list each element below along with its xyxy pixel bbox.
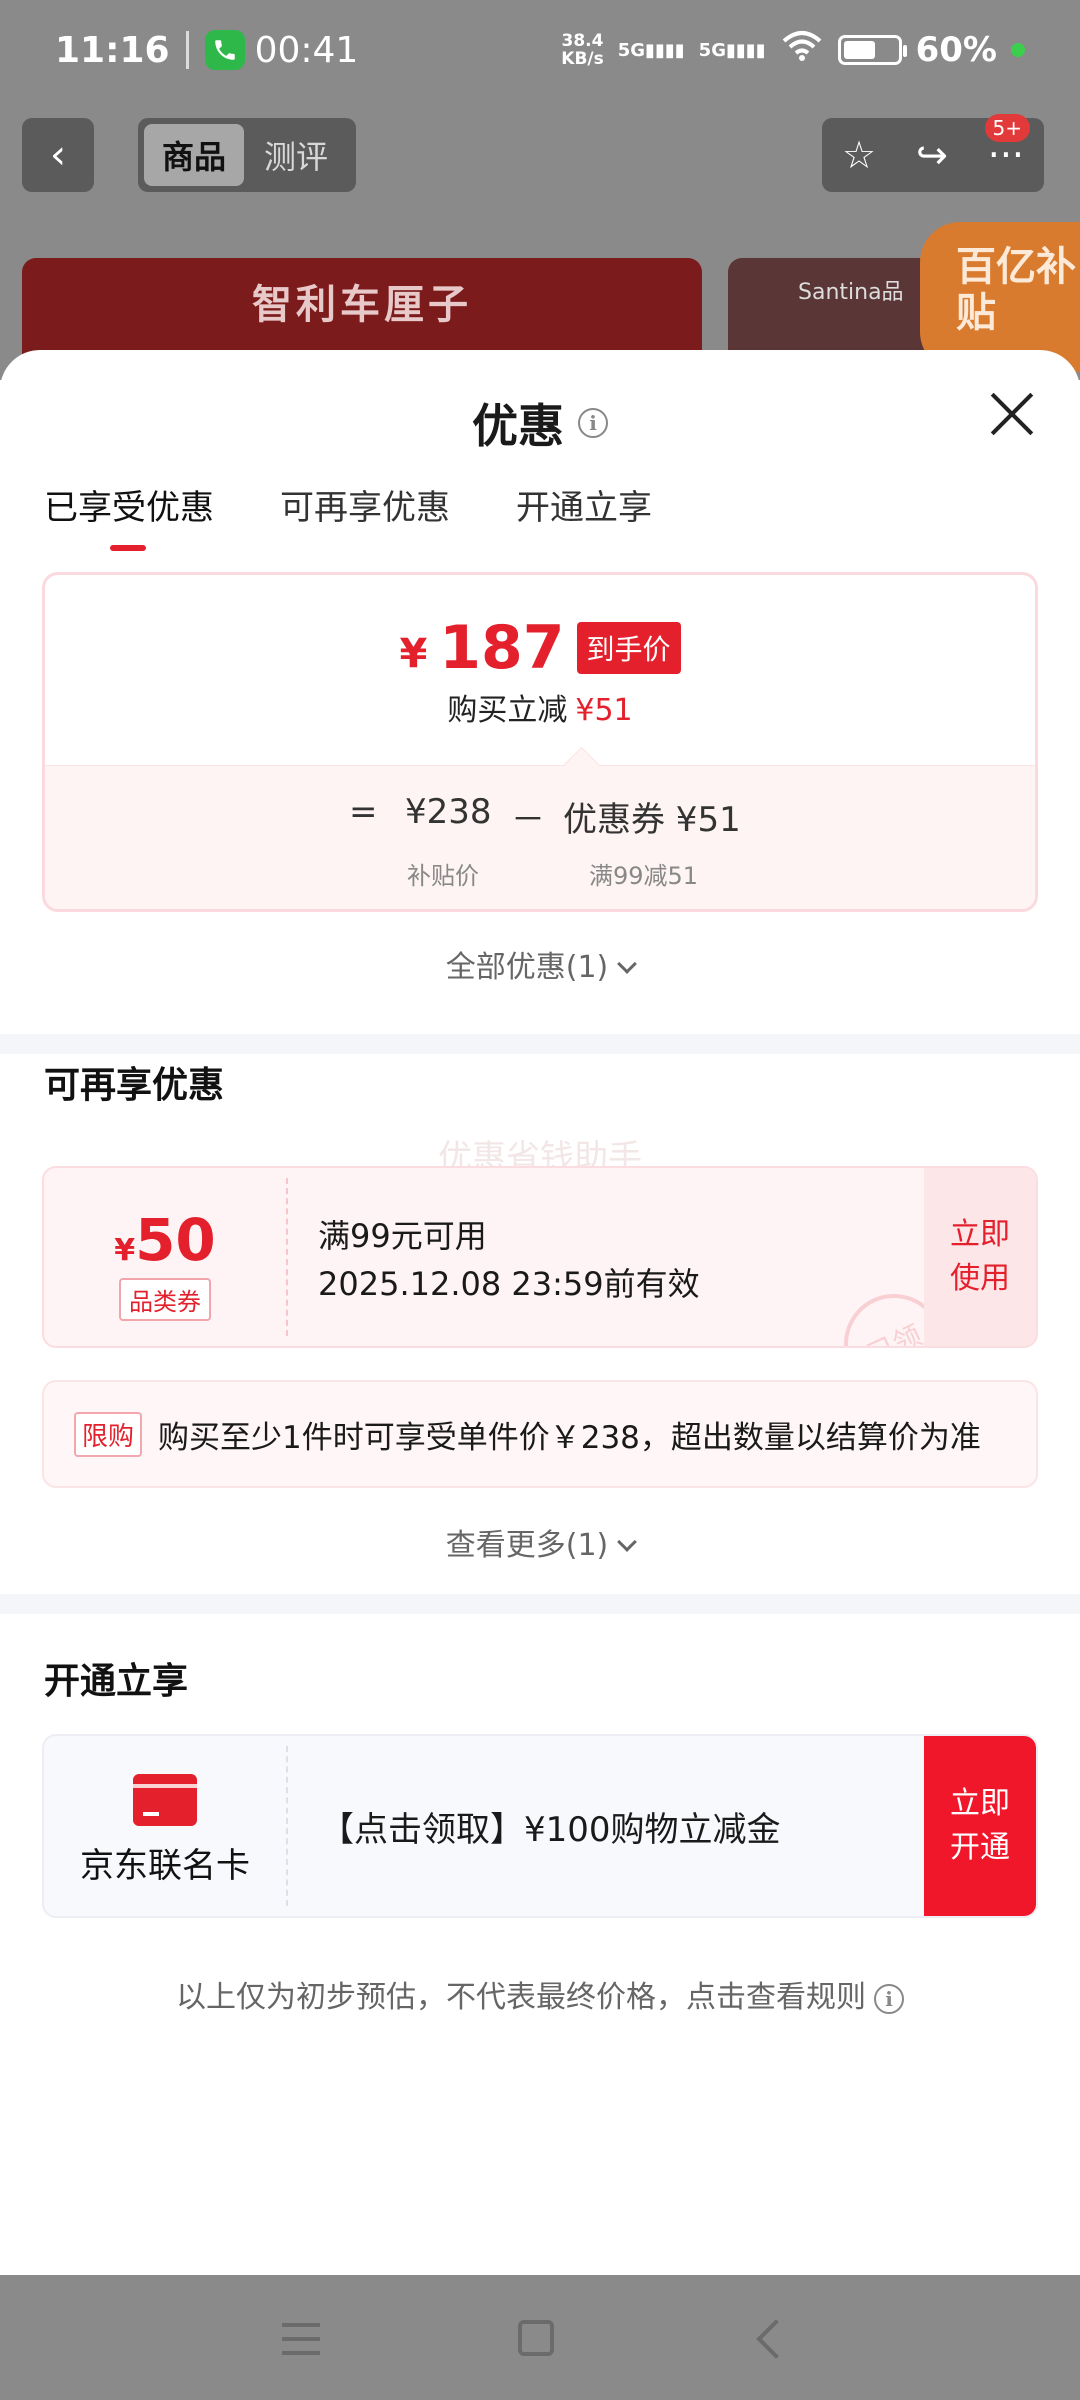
all-discounts-toggle[interactable]: 全部优惠(1): [0, 942, 1080, 986]
use-now-button[interactable]: 立即 使用: [924, 1168, 1036, 1346]
limit-text: 购买至少1件时可享受单件价￥238，超出数量以结算价为准: [158, 1419, 981, 1456]
menu-icon[interactable]: [282, 2323, 320, 2355]
net-speed: 38.4 KB/s: [561, 31, 604, 69]
brand-name: Santina品: [798, 280, 904, 305]
base-price: ¥238: [405, 792, 492, 832]
product-tabs: 商品 测评: [138, 118, 356, 192]
phone-icon: [204, 30, 245, 70]
card-name: 京东联名卡: [80, 1846, 250, 1886]
back-button[interactable]: ‹: [22, 118, 94, 192]
final-price: 187: [439, 613, 565, 683]
privacy-dot: [1011, 43, 1025, 57]
back-icon[interactable]: [756, 2319, 796, 2359]
signal-5g-1: 5G▮▮▮▮: [617, 39, 685, 61]
final-price-tag: 到手价: [576, 622, 681, 674]
banner-title: 智利车厘子: [252, 282, 472, 328]
tab-more-available[interactable]: 可再享优惠: [280, 480, 450, 529]
reduce-label: 购买立减: [447, 693, 568, 728]
star-icon[interactable]: ☆: [842, 133, 876, 177]
coupon-expiry: 2025.12.08 23:59前有效: [318, 1265, 700, 1303]
coupon-dashed-divider: [286, 1178, 288, 1336]
sheet-title: 优惠: [472, 399, 564, 453]
status-indicators: 38.4 KB/s 5G▮▮▮▮ 5G▮▮▮▮ 60%: [561, 29, 1025, 71]
info-icon: i: [874, 1983, 904, 2014]
home-icon[interactable]: [518, 2320, 554, 2356]
coupon-amount: 50: [135, 1206, 216, 1274]
tab-enjoyed[interactable]: 已享受优惠: [44, 480, 214, 551]
chevron-down-icon: [617, 954, 638, 974]
credit-card-icon: [133, 1774, 197, 1826]
coupon-deduction: 优惠券 ¥51: [563, 800, 741, 840]
close-icon[interactable]: [988, 390, 1036, 438]
info-icon[interactable]: i: [578, 408, 608, 438]
tab-review[interactable]: 测评: [244, 132, 348, 178]
tab-product[interactable]: 商品: [144, 124, 244, 186]
sheet-header: 优惠 i: [0, 390, 1080, 456]
base-price-label: 补贴价: [407, 862, 479, 890]
coupon-category-tag: 品类券: [119, 1278, 211, 1321]
message-badge: 5+: [984, 114, 1030, 142]
card-block: 京东联名卡: [44, 1736, 286, 1916]
signal-5g-2: 5G▮▮▮▮: [698, 39, 766, 61]
toolbar-right: ☆ ↪ ··· 5+: [822, 114, 1044, 192]
coupon-currency: ¥: [114, 1233, 136, 1268]
battery-percent: 60%: [915, 30, 997, 70]
battery-icon: [837, 35, 907, 65]
final-price-block: ¥ 187 到手价 购买立减 ¥51: [45, 575, 1035, 765]
call-timer: 00:41: [254, 29, 359, 71]
rules-footnote[interactable]: 以上仅为初步预估，不代表最终价格，点击查看规则 i: [0, 1972, 1080, 2016]
reduce-line: 购买立减 ¥51: [45, 685, 1035, 729]
system-nav-bar: [0, 2275, 1080, 2400]
chevron-down-icon: [617, 1532, 638, 1552]
coupon-card: ¥50 品类券 满99元可用 2025.12.08 23:59前有效 已领 立即…: [42, 1166, 1038, 1348]
limit-tag: 限购: [74, 1411, 143, 1457]
equals-sign: =: [349, 792, 378, 832]
coupon-condition: 满99元可用: [318, 1217, 487, 1255]
cobrand-card-offer: 京东联名卡 【点击领取】¥100购物立减金 立即 开通: [42, 1734, 1038, 1918]
call-indicator: 00:41: [204, 29, 359, 71]
background-page: 11:16 00:41 38.4 KB/s 5G▮▮▮▮ 5G▮▮▮▮ 60% …: [0, 0, 1080, 380]
minus-sign: －: [511, 800, 545, 840]
section-divider: [0, 1034, 1080, 1054]
product-nav: ‹ 商品 测评 ☆ ↪ ··· 5+: [0, 114, 1080, 194]
status-divider: [185, 31, 189, 69]
status-time: 11:16: [55, 29, 170, 71]
card-dashed-divider: [286, 1746, 288, 1906]
price-breakdown: = ¥238 － 优惠券 ¥51 补贴价 满99减51: [45, 765, 1035, 909]
price-card: ¥ 187 到手价 购买立减 ¥51 = ¥238 － 优惠券 ¥51 补贴价 满…: [42, 572, 1038, 912]
reduce-value: ¥51: [575, 693, 633, 728]
purchase-limit-notice: 限购 购买至少1件时可享受单件价￥238，超出数量以结算价为准: [42, 1380, 1038, 1488]
currency-symbol: ¥: [399, 631, 428, 677]
coupon-details: 满99元可用 2025.12.08 23:59前有效: [318, 1212, 700, 1308]
tab-open-enjoy[interactable]: 开通立享: [516, 480, 652, 529]
wifi-icon: [780, 29, 824, 71]
section-title-open: 开通立享: [44, 1661, 189, 1702]
share-icon[interactable]: ↪: [916, 133, 948, 177]
section-divider: [0, 1594, 1080, 1614]
coupon-rule-label: 满99减51: [589, 862, 699, 890]
discount-sheet: 优惠 i 已享受优惠 可再享优惠 开通立享 ¥ 187 到手价 购买立减 ¥51 …: [0, 350, 1080, 2275]
coupon-amount-block: ¥50 品类券: [44, 1168, 286, 1346]
status-bar: 11:16 00:41 38.4 KB/s 5G▮▮▮▮ 5G▮▮▮▮ 60%: [0, 0, 1080, 100]
discount-tabs: 已享受优惠 可再享优惠 开通立享: [44, 480, 652, 551]
open-now-button[interactable]: 立即 开通: [924, 1736, 1036, 1916]
battery-fill: [843, 41, 875, 59]
see-more-toggle[interactable]: 查看更多(1): [0, 1520, 1080, 1564]
section-title-more: 可再享优惠: [44, 1065, 225, 1106]
card-offer-text: 【点击领取】¥100购物立减金: [320, 1810, 781, 1850]
chevron-left-icon: ‹: [50, 132, 66, 178]
